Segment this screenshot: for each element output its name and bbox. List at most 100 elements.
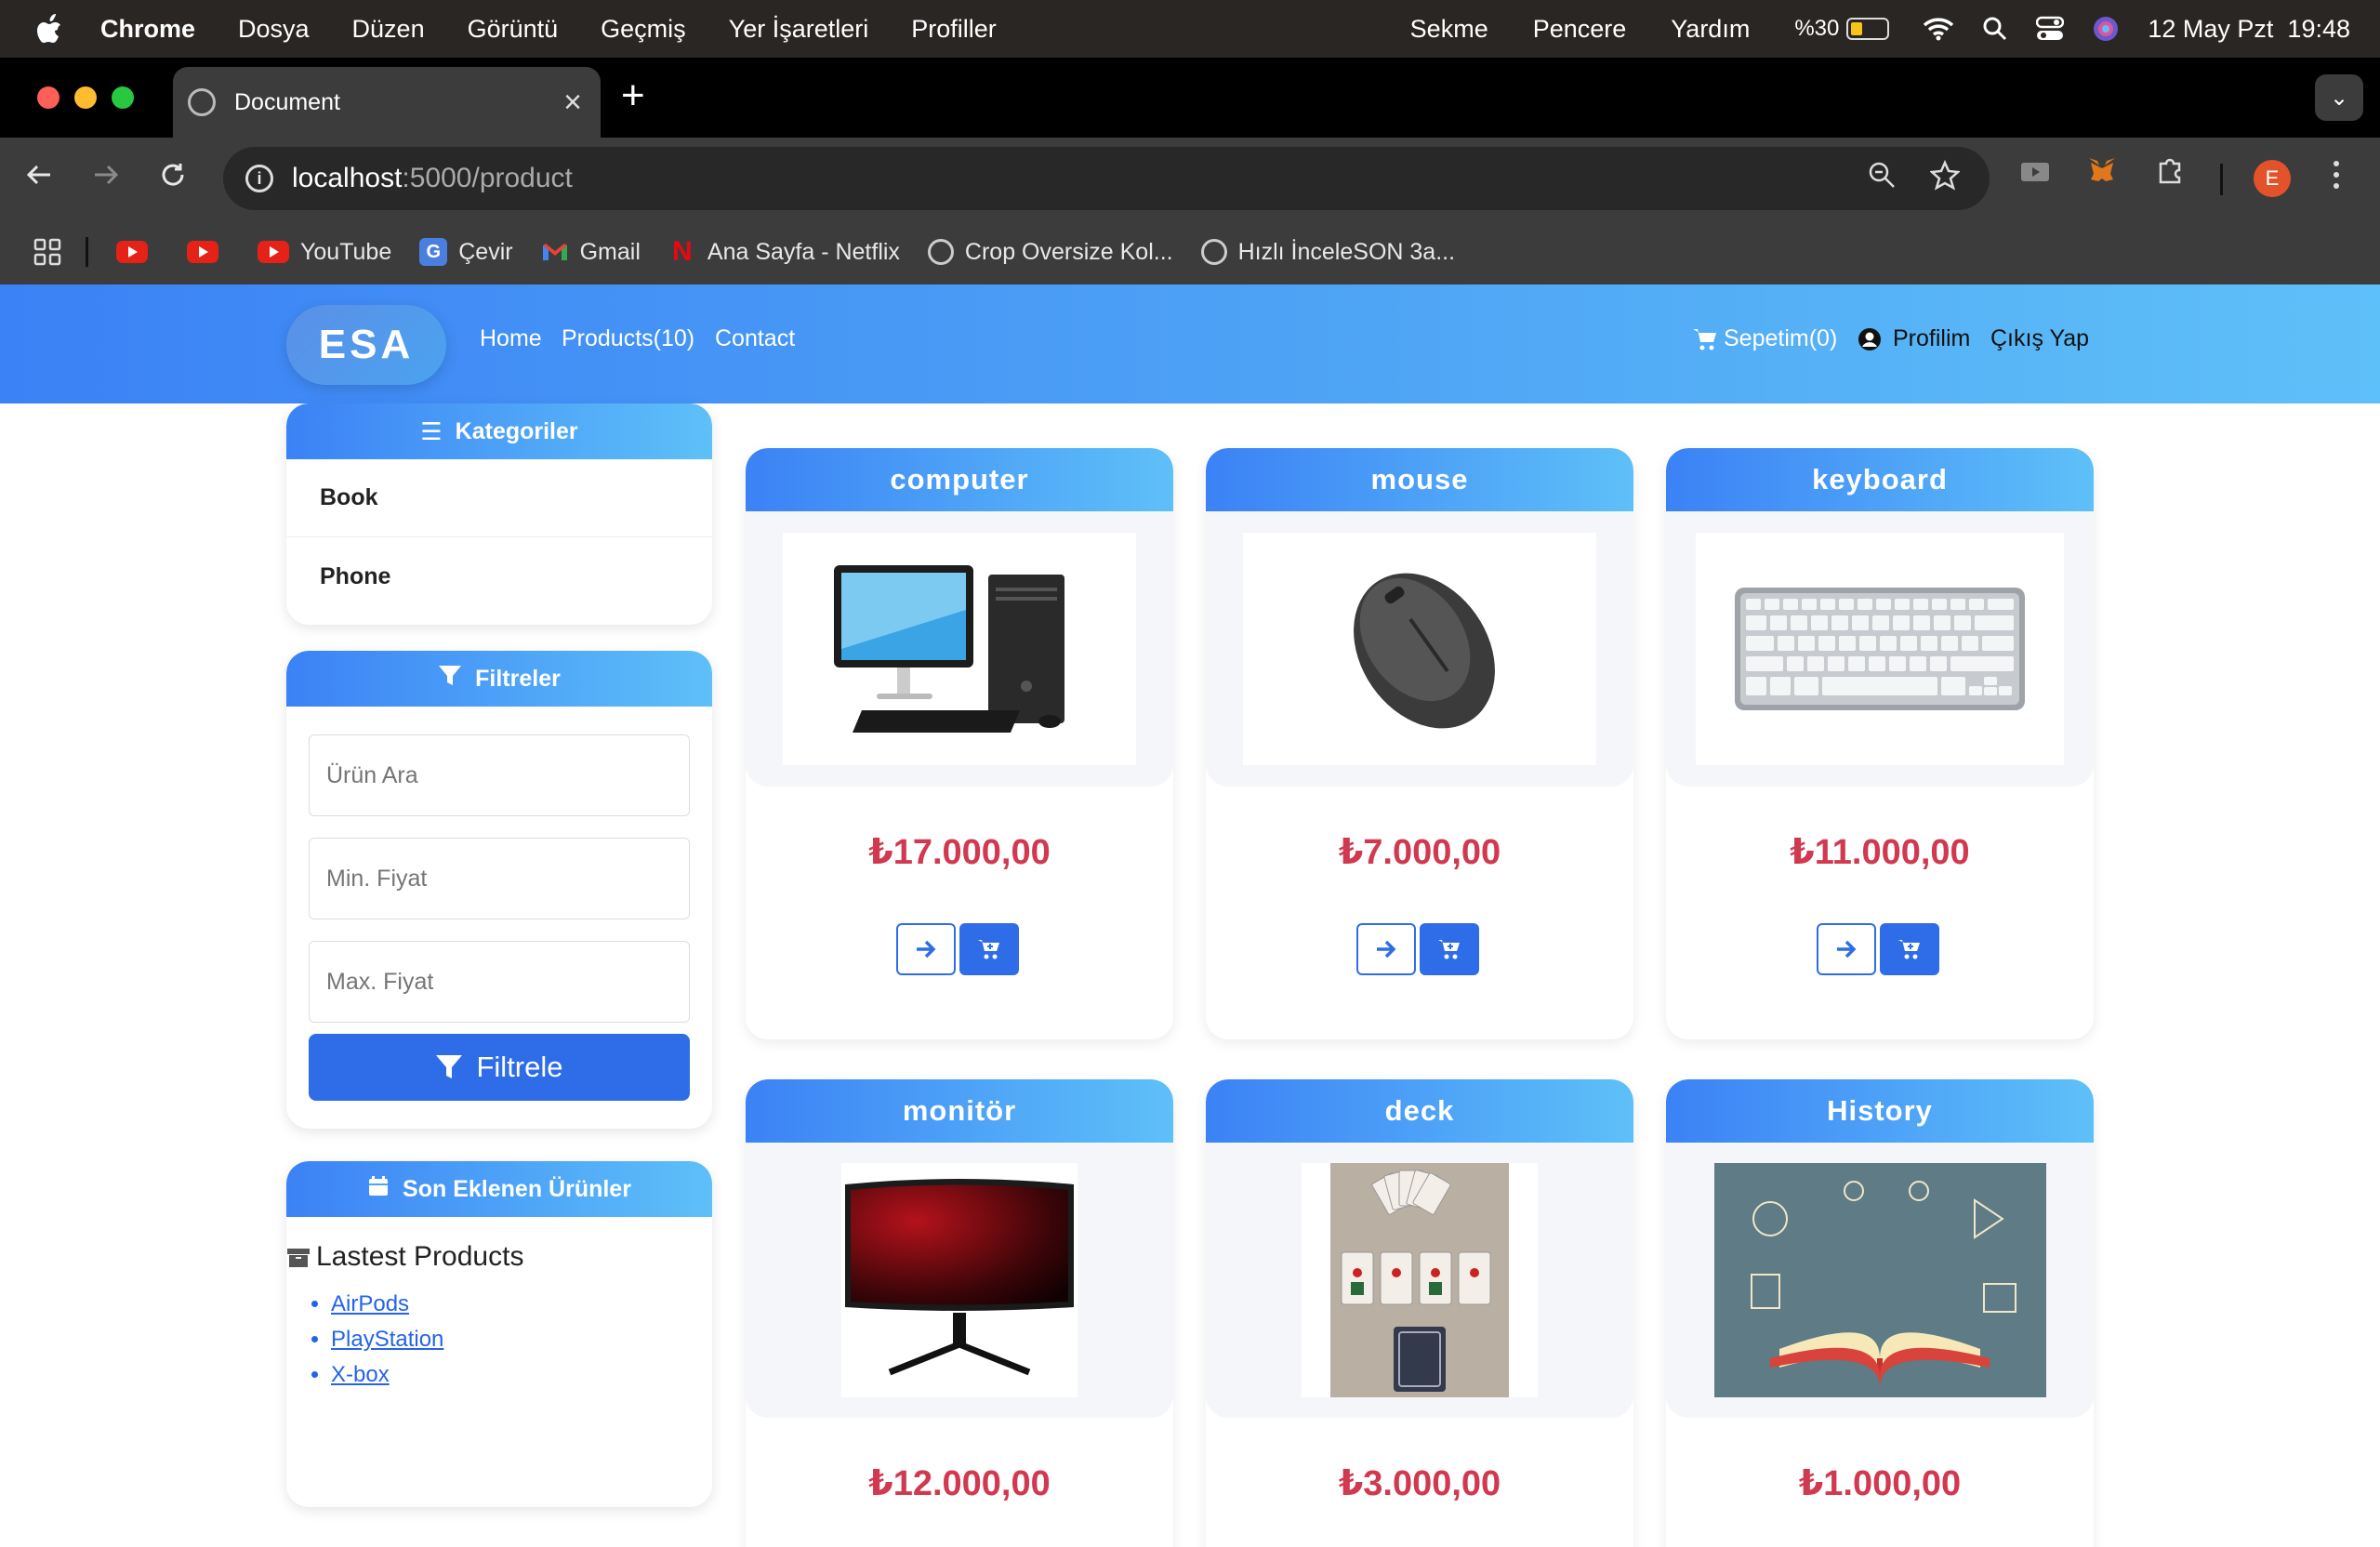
chrome-menu-kebab-icon[interactable] [2330,158,2343,200]
bookmark-youtube-shortcut-2[interactable] [187,241,230,263]
globe-icon [927,239,954,265]
menu-dosya[interactable]: Dosya [238,15,310,44]
clock-datetime[interactable]: 12 May Pzt 19:48 [2148,15,2350,44]
nav-home-link[interactable]: Home [480,325,542,352]
bookmark-cevir[interactable]: G Çevir [419,238,513,266]
menu-yer-isaretleri[interactable]: Yer İşaretleri [729,15,869,44]
menu-profiller[interactable]: Profiller [911,15,997,44]
menu-sekme[interactable]: Sekme [1410,15,1488,44]
menu-yardim[interactable]: Yardım [1671,15,1750,44]
metamask-extension-icon[interactable] [2086,154,2118,193]
product-title[interactable]: deck [1206,1079,1633,1143]
apple-icon[interactable] [35,13,73,45]
window-close-button[interactable] [37,86,60,109]
menu-goruntu[interactable]: Görüntü [468,15,559,44]
product-search-input[interactable] [309,734,690,816]
nav-cart-link[interactable]: Sepetim(0) [1692,325,1837,352]
product-title[interactable]: keyboard [1666,448,2094,511]
cart-label: Sepetim(0) [1724,325,1838,351]
category-item-phone[interactable]: Phone [286,537,712,615]
latest-product-link-playstation[interactable]: PlayStation [331,1327,443,1352]
latest-products-heading: Lastest Products [286,1241,523,1273]
bars-icon: ☰ [420,416,443,445]
bookmark-youtube-shortcut-1[interactable] [116,241,159,263]
bookmark-label: Çevir [458,238,513,265]
site-info-icon[interactable]: i [245,165,273,192]
keyboard-image[interactable] [1696,533,2064,765]
bookmark-crop-oversize[interactable]: Crop Oversize Kol... [927,239,1173,266]
zoom-icon[interactable] [1867,160,1897,200]
min-price-input[interactable] [309,838,690,919]
battery-status[interactable]: %30 [1794,16,1890,42]
monitor-image[interactable] [841,1163,1078,1397]
address-bar[interactable]: i localhost:5000/product [223,147,1990,210]
siri-icon[interactable] [2092,15,2120,43]
add-to-cart-button[interactable] [1880,923,1939,975]
translate-icon: G [419,238,448,266]
bookmark-netflix[interactable]: N Ana Sayfa - Netflix [668,236,900,267]
tab-close-icon[interactable]: × [563,85,582,121]
history-book-image[interactable] [1713,1163,2046,1397]
categories-card: ☰ Kategoriler Book Phone [286,403,712,625]
nav-profile-link[interactable]: Profilim [1858,325,1970,352]
url-host: localhost [292,163,403,193]
window-zoom-button[interactable] [112,86,134,109]
categories-header: ☰ Kategoriler [286,403,712,459]
add-to-cart-button[interactable] [1420,923,1479,975]
product-card-mouse: mouse ₺7.000,00 [1206,448,1633,1039]
profile-label: Profilim [1893,325,1971,351]
view-product-button[interactable] [896,923,956,975]
menu-gecmis[interactable]: Geçmiş [601,15,686,44]
filter-funnel-icon [438,665,462,694]
category-item-book[interactable]: Book [286,459,712,537]
media-icon[interactable] [2019,154,2051,193]
battery-percent: %30 [1794,16,1840,41]
view-product-button[interactable] [1817,923,1876,975]
nav-contact-link[interactable]: Contact [715,325,795,352]
filters-card: Filtreler Filtrele [286,651,712,1129]
tab-search-chevron-icon[interactable]: ⌄ [2315,74,2363,121]
filter-submit-button[interactable]: Filtrele [309,1034,690,1101]
menu-pencere[interactable]: Pencere [1533,15,1627,44]
window-minimize-button[interactable] [74,86,97,109]
profile-avatar[interactable]: E [2254,160,2291,197]
bookmark-youtube[interactable]: YouTube [258,239,391,266]
menu-app-chrome[interactable]: Chrome [100,15,195,44]
list-item: AirPods [331,1291,443,1317]
box-icon [286,1246,311,1268]
forward-arrow-icon[interactable] [91,156,121,203]
back-arrow-icon[interactable] [24,156,54,203]
playing-cards-image[interactable] [1302,1163,1538,1397]
desktop-computer-image[interactable] [783,533,1136,765]
latest-product-link-airpods[interactable]: AirPods [331,1291,409,1316]
view-product-button[interactable] [1356,923,1416,975]
bookmark-gmail[interactable]: Gmail [541,238,641,266]
bookmark-hizli-incele[interactable]: Hızlı İnceleSON 3a... [1200,239,1455,266]
menu-duzen[interactable]: Düzen [352,15,425,44]
product-title[interactable]: History [1666,1079,2094,1143]
youtube-icon [187,241,218,263]
product-price: ₺1.000,00 [1798,1464,1962,1503]
bookmark-star-icon[interactable] [1929,159,1961,200]
add-to-cart-button[interactable] [959,923,1019,975]
computer-mouse-image[interactable] [1243,533,1596,765]
nav-logout-link[interactable]: Çıkış Yap [1990,325,2089,352]
product-title[interactable]: computer [746,448,1173,511]
max-price-input[interactable] [309,941,690,1023]
brand-logo[interactable]: ESA [286,305,446,385]
bookmark-label: Gmail [579,238,641,265]
new-tab-icon[interactable]: + [621,73,645,119]
product-price: ₺17.000,00 [868,833,1051,872]
reload-icon[interactable] [158,156,188,203]
wifi-icon[interactable] [1923,17,1954,41]
product-title[interactable]: mouse [1206,448,1633,511]
control-center-icon[interactable] [2036,16,2065,42]
browser-tab-document[interactable]: Document × [173,67,601,138]
apps-grid-icon[interactable] [33,238,61,266]
product-title[interactable]: monitör [746,1079,1173,1143]
tab-title: Document [234,88,340,115]
latest-product-link-xbox[interactable]: X-box [331,1362,390,1387]
extensions-puzzle-icon[interactable] [2155,154,2187,194]
spotlight-search-icon[interactable] [1982,16,2008,42]
nav-products-link[interactable]: Products(10) [562,325,694,352]
